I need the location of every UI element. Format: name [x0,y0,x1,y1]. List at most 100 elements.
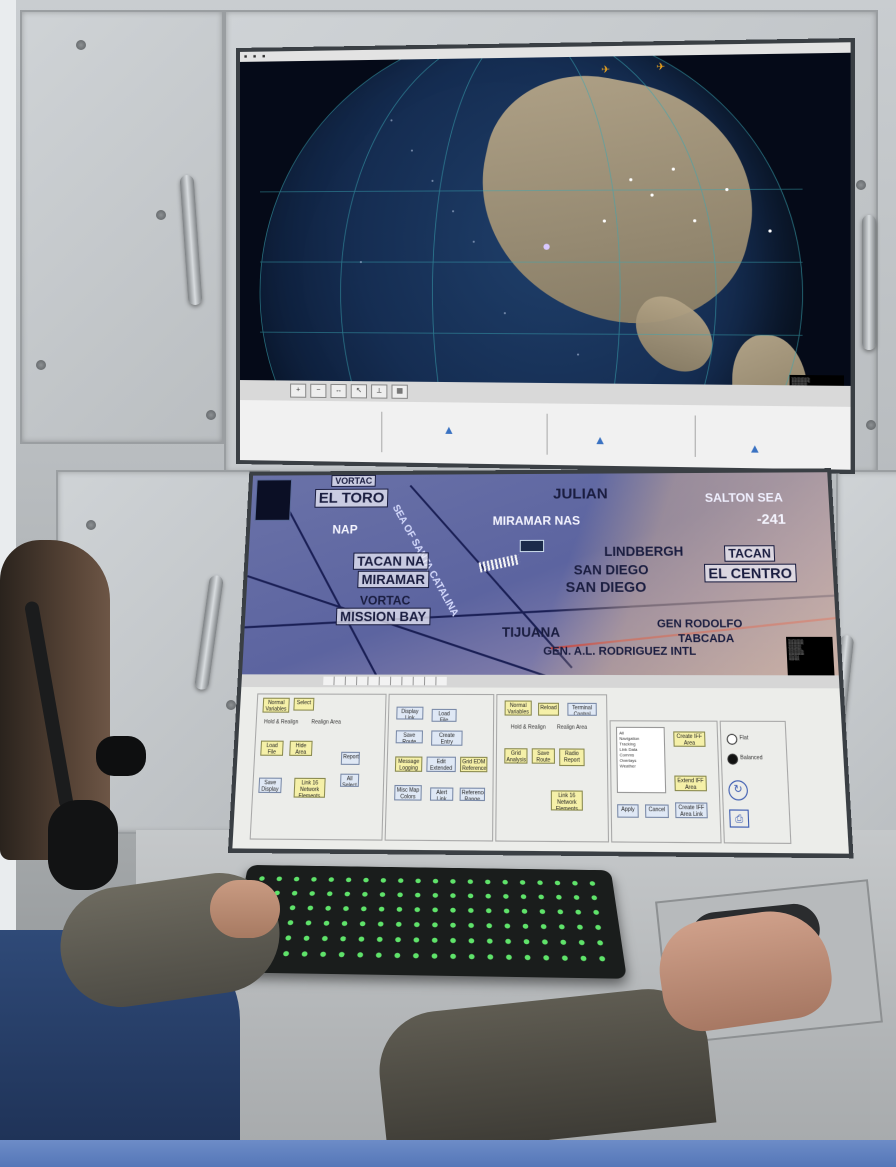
map-label: SAN DIEGO [563,578,650,595]
status-triangle-icon[interactable]: ▲ [594,433,607,448]
headset-earcup [48,800,118,890]
reports-button[interactable]: Reports [341,752,360,765]
headset-microphone [96,736,146,776]
layer-button[interactable]: ▦ [391,385,407,399]
zoom-in-button[interactable]: + [290,384,306,398]
map-label: TACAN NA [353,552,429,569]
upper-display-monitor: ■ ■ ■ ✈ ✈ ░░░░░░░ + − ↔ ↖ ⟂ ▦ ▲ ▲ ▲ [236,38,855,474]
extend-iff-area-button[interactable]: Extend IFF Area [674,775,707,791]
zoom-out-button[interactable]: − [310,384,326,398]
track-markers [543,167,771,250]
map-label: NAP [329,522,361,536]
map-label: EL CENTRO [704,564,797,583]
grid-edm-reference-button[interactable]: Grid EDM Reference [460,757,488,773]
select-button[interactable]: ↖ [351,384,367,398]
compass-marker-north: ✈ [601,65,610,76]
map-label: GEN. A.L. RODRIGUEZ INTL [540,645,699,658]
create-iff-area-button[interactable]: Create IFF Area [673,731,705,747]
map-position-readout: ░░░░░░ ░░░░░ ░░░░░░ ░░░░ [786,637,835,676]
status-divider [381,412,382,452]
load-file-button[interactable]: Load File [260,741,283,756]
reference-range-button[interactable]: Reference Range [460,788,486,801]
terminal-control-button[interactable]: Terminal Control [567,703,597,716]
link-control-panel: Normal Variables Select Hold & Realign R… [232,687,849,854]
panel-handle [862,215,876,350]
radio-flat[interactable] [726,734,737,745]
print-icon[interactable]: ⎙ [729,809,749,827]
map-label: TACAN [724,545,775,562]
display-link-button[interactable]: Display Link [396,707,423,720]
normal-variables-button[interactable]: Normal Variables [262,698,289,713]
globe-view[interactable]: ✈ ✈ [240,53,851,386]
map-label: -241 [753,511,789,527]
lower-display-monitor: VORTAC EL TORO JULIAN SALTON SEA MIRAMAR… [228,468,854,858]
map-label: LINDBERGH [601,543,687,559]
operator-left-hand [210,880,280,938]
status-triangle-icon[interactable]: ▲ [443,423,455,437]
link16-network-elements-button[interactable]: Link 16 Network Elements [294,778,326,798]
misc-map-colors-button[interactable]: Misc Map Colors [394,785,422,801]
screw [226,700,236,710]
aeronautical-chart-view[interactable]: VORTAC EL TORO JULIAN SALTON SEA MIRAMAR… [242,472,839,675]
cancel-button[interactable]: Cancel [645,804,669,818]
pan-button[interactable]: ↔ [330,384,346,398]
layer-list-box[interactable]: All Navigation Tracking Link Data Comms … [616,727,666,793]
all-select-button[interactable]: All Select [340,774,359,787]
normal-variables-button-2[interactable]: Normal Variables [505,700,532,715]
status-triangle-icon[interactable]: ▲ [748,441,761,456]
screw [856,180,866,190]
keyboard-keys[interactable] [238,871,618,970]
create-entry-config-button[interactable]: Create Entry Config File [431,730,463,745]
map-label: GEN RODOLFO [654,618,746,631]
apply-button[interactable]: Apply [617,804,639,818]
upper-status-area: ▲ ▲ ▲ [240,400,851,470]
map-label: MIRAMAR [357,571,429,589]
radio-balanced[interactable] [727,754,738,765]
screw [206,410,216,420]
aircraft-track-marker[interactable] [479,554,521,573]
map-tool-strip[interactable] [323,677,447,686]
realign-area-label-2: Realign Area [557,724,587,731]
hide-area-button[interactable]: Hide Area [289,741,312,756]
realign-area-label: Realign Area [311,719,341,726]
menu-dot[interactable]: ■ [244,52,247,62]
menu-dot[interactable]: ■ [253,52,256,62]
map-label: SAN DIEGO [571,562,652,578]
radio-flat-label: Flat [739,735,748,742]
radio-report-button[interactable]: Radio Report [559,748,585,766]
map-label: TABCADA [675,633,738,646]
map-label: VORTAC [331,475,376,487]
map-label: TIJUANA [499,624,563,640]
hold-realign-label: Hold & Realign [264,719,299,726]
map-label: VORTAC [357,593,414,607]
backlit-keyboard[interactable] [228,865,627,979]
load-file-button-2[interactable]: Load File [432,709,457,722]
list-item[interactable]: Weather [620,763,663,769]
message-logging-button[interactable]: Message Logging [395,756,423,771]
alert-link-button[interactable]: Alert Link [430,787,453,800]
control-group-1 [250,693,387,840]
screw [86,520,96,530]
select-button[interactable]: Select [293,698,314,711]
save-route-button[interactable]: Save Route [396,730,423,743]
grid-analysis-button[interactable]: Grid Analysis [504,748,527,763]
bottom-accent-bar [0,1140,896,1167]
link16-network-elements-button-2[interactable]: Link 16 Network Elements [551,790,583,810]
edit-extended-display-button[interactable]: Edit Extended Display [426,757,456,773]
map-label: JULIAN [550,485,611,502]
measure-button[interactable]: ⟂ [371,384,387,398]
save-route-button-2[interactable]: Save Route [532,748,555,763]
screw [156,210,166,220]
overlay-panel[interactable] [255,479,293,521]
save-display-button[interactable]: Save Display [258,778,282,794]
create-iff-area-link-button[interactable]: Create IFF Area Link [675,802,708,818]
map-label: MIRAMAR NAS [490,513,584,527]
track-box[interactable] [520,540,544,552]
screw [36,360,46,370]
menu-dot[interactable]: ■ [262,52,265,62]
status-divider [547,414,548,455]
refresh-icon[interactable]: ↻ [728,780,748,800]
screw [76,40,86,50]
screw [866,420,876,430]
reload-button[interactable]: Reload [538,703,559,716]
